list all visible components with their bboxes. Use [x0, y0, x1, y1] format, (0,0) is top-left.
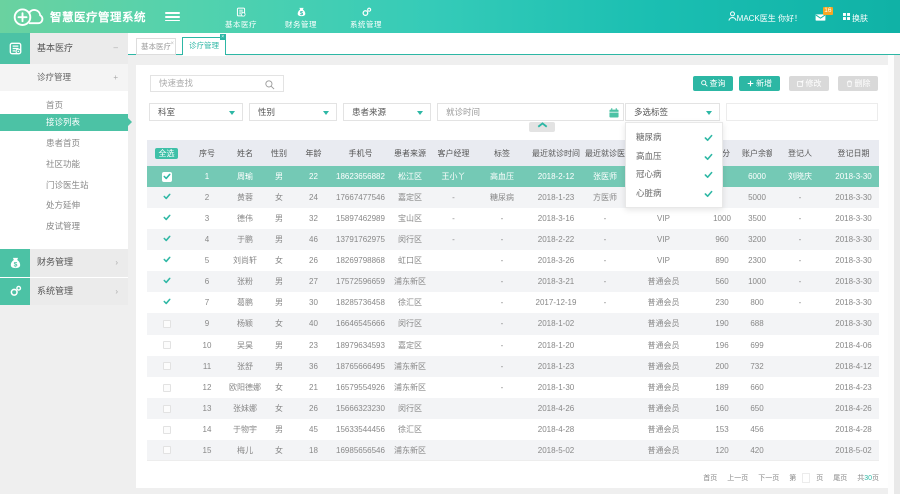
svg-text:$: $ [299, 11, 302, 17]
svg-text:$: $ [13, 261, 17, 268]
